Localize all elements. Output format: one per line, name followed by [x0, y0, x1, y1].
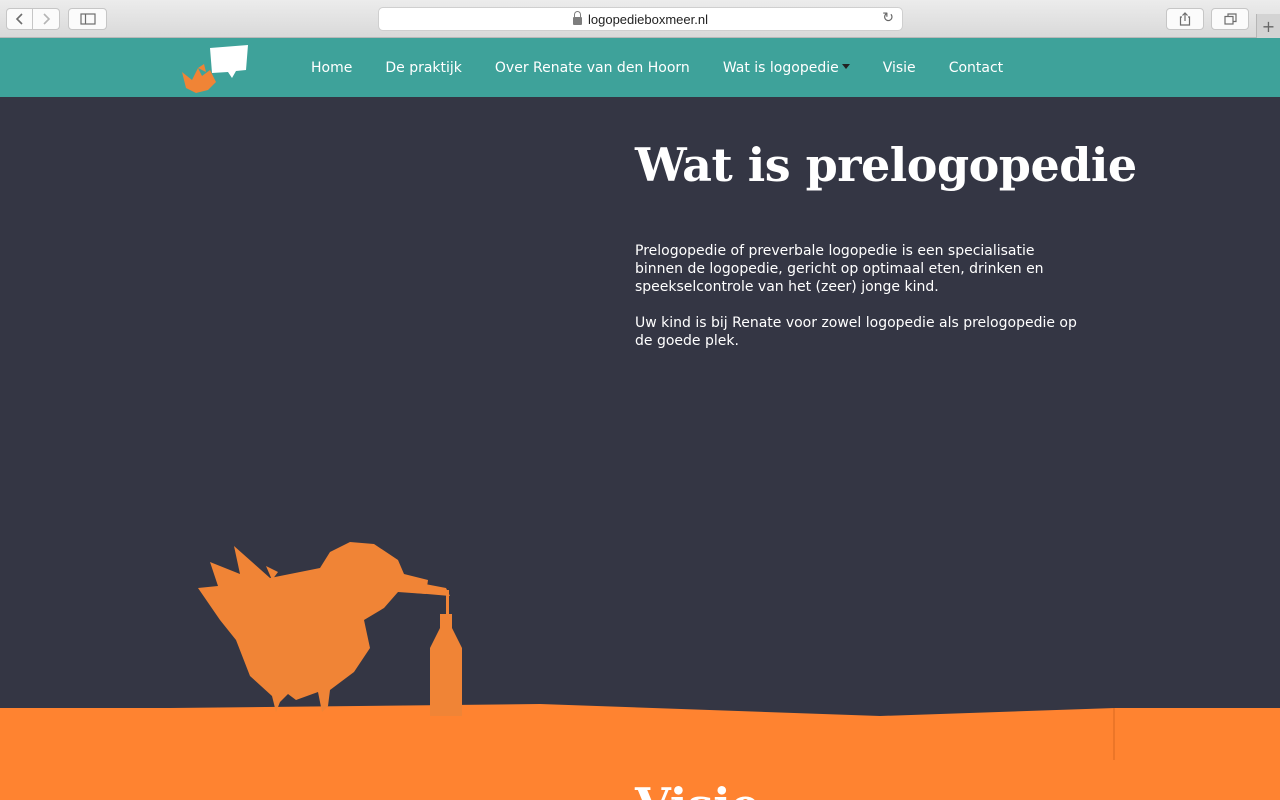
- section-title-visie: Visie: [635, 778, 760, 800]
- bird-illustration: [198, 542, 462, 716]
